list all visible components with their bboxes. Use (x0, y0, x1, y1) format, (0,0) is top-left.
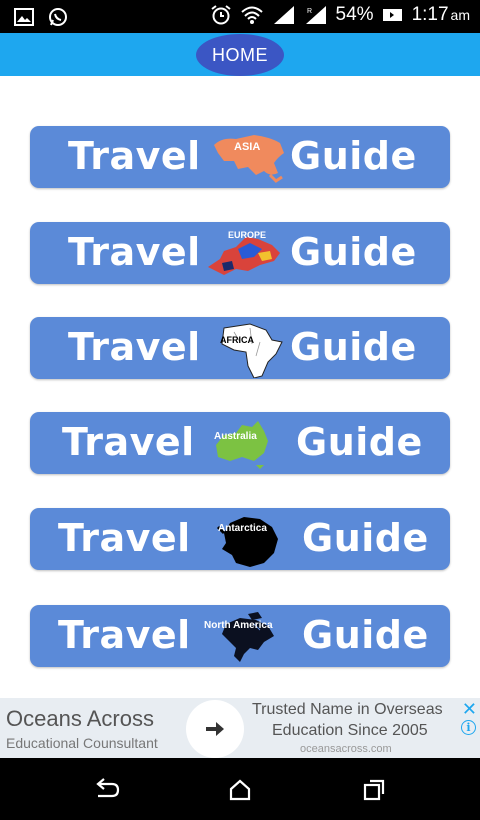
signal-icon (272, 5, 296, 25)
arrow-right-icon (206, 722, 224, 736)
europe-map-icon: EUROPE (202, 227, 288, 279)
africa-travel-guide-button[interactable]: Travel AFRICA Guide (30, 317, 450, 379)
europe-map-label: EUROPE (228, 230, 267, 240)
clock: 1:17 am (412, 4, 470, 26)
asia-map-icon: ASIA (208, 131, 294, 183)
whatsapp-icon (48, 7, 68, 27)
travel-label: Travel (68, 134, 201, 178)
ad-go-button[interactable] (186, 700, 244, 758)
guide-list: Travel ASIA Guide Travel EUROPE Guide Tr… (0, 76, 480, 698)
guide-label: Guide (290, 230, 417, 274)
clock-time: 1:17 (411, 4, 449, 25)
gallery-icon (14, 8, 34, 26)
signal-roaming-icon: R (304, 5, 328, 25)
battery-icon (382, 7, 404, 23)
australia-map-label: Australia (214, 431, 257, 442)
svg-text:R: R (307, 8, 312, 15)
ad-url: oceansacross.com (300, 743, 392, 755)
status-bar: R 54% 1:17 am (0, 0, 480, 33)
app-header: HOME (0, 33, 480, 76)
travel-label: Travel (58, 613, 191, 657)
guide-label: Guide (296, 420, 423, 464)
ad-message-line1: Trusted Name in Overseas (252, 701, 443, 718)
antarctica-map-icon: Antarctica (210, 513, 296, 567)
africa-map-icon: AFRICA (210, 322, 296, 379)
travel-label: Travel (68, 230, 201, 274)
travel-label: Travel (62, 420, 195, 464)
home-nav-icon[interactable] (228, 778, 252, 807)
guide-label: Guide (290, 134, 417, 178)
north-america-travel-guide-button[interactable]: Travel North America Guide (30, 605, 450, 667)
guide-label: Guide (302, 613, 429, 657)
back-icon[interactable] (94, 778, 120, 807)
home-button[interactable]: HOME (196, 34, 284, 76)
wifi-icon (240, 5, 264, 25)
system-nav-bar (0, 758, 480, 820)
guide-label: Guide (302, 516, 429, 560)
australia-travel-guide-button[interactable]: Travel Australia Guide (30, 412, 450, 474)
asia-travel-guide-button[interactable]: Travel ASIA Guide (30, 126, 450, 188)
ad-message-line2: Education Since 2005 (272, 722, 428, 739)
north-america-map-icon: North America (204, 610, 290, 662)
europe-travel-guide-button[interactable]: Travel EUROPE Guide (30, 222, 450, 284)
ad-brand-name: Oceans Across (6, 706, 154, 731)
ad-subtitle: Educational Counsultant (6, 735, 158, 751)
ad-info-icon[interactable]: i (461, 720, 476, 735)
guide-label: Guide (290, 325, 417, 369)
clock-ampm: am (450, 7, 470, 23)
alarm-icon (210, 4, 232, 26)
recents-icon[interactable] (362, 778, 386, 807)
antarctica-travel-guide-button[interactable]: Travel Antarctica Guide (30, 508, 450, 570)
north-america-map-label: North America (204, 620, 273, 631)
ad-banner[interactable]: Oceans Across Educational Counsultant Tr… (0, 698, 480, 758)
travel-label: Travel (58, 516, 191, 560)
travel-label: Travel (68, 325, 201, 369)
australia-map-icon: Australia (206, 417, 292, 469)
asia-map-label: ASIA (234, 141, 261, 153)
battery-text: 54% (335, 4, 374, 25)
ad-close-icon[interactable]: ✕ (462, 699, 477, 720)
antarctica-map-label: Antarctica (218, 523, 267, 534)
africa-map-label: AFRICA (220, 335, 254, 345)
